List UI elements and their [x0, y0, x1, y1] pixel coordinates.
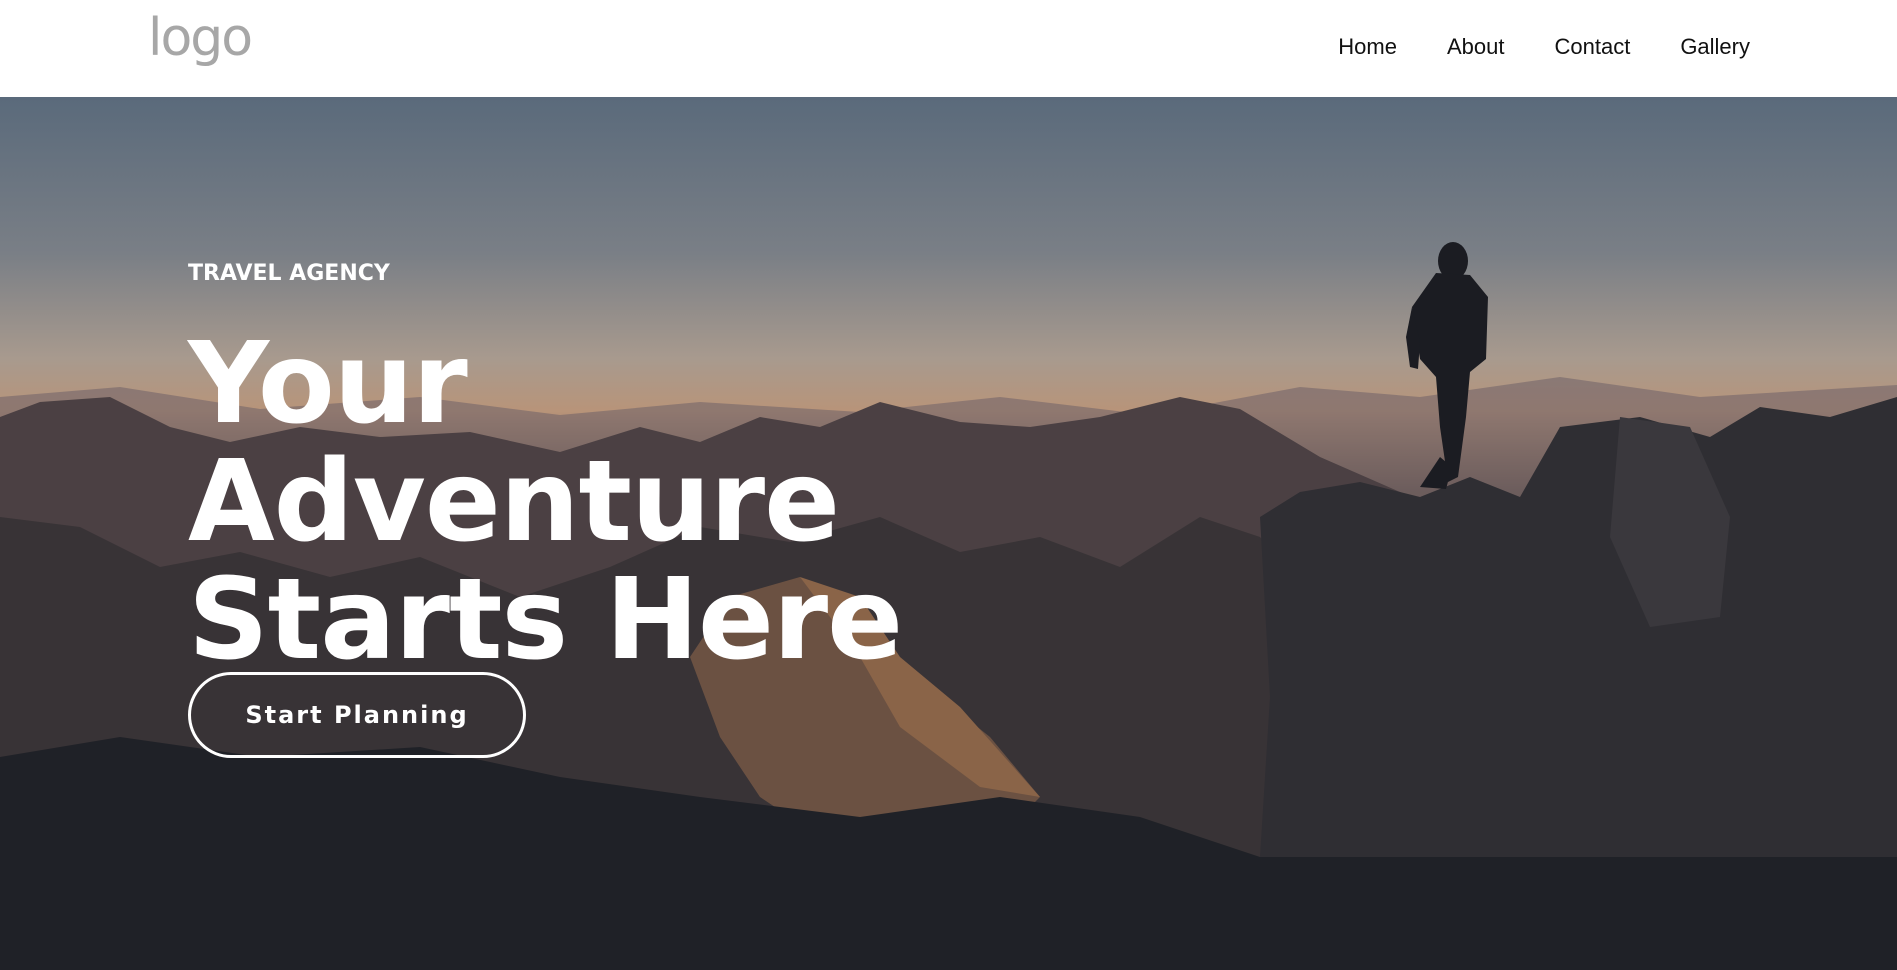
nav-link-contact[interactable]: Contact [1554, 36, 1630, 58]
nav-link-home[interactable]: Home [1338, 36, 1397, 58]
headline-line-1: Your [188, 319, 468, 449]
top-navbar: logo Home About Contact Gallery [0, 0, 1897, 97]
headline-line-2: Adventure [188, 437, 840, 567]
main-nav: Home About Contact Gallery [1338, 36, 1750, 58]
headline-line-3: Starts Here [188, 555, 903, 685]
site-logo[interactable]: logo [148, 12, 253, 64]
hero-content: TRAVEL AGENCY Your Adventure Starts Here [188, 261, 1088, 680]
nav-link-gallery[interactable]: Gallery [1680, 36, 1750, 58]
hero-tagline: TRAVEL AGENCY [188, 261, 390, 286]
start-planning-button[interactable]: Start Planning [188, 672, 526, 758]
nav-link-about[interactable]: About [1447, 36, 1505, 58]
hero-headline: Your Adventure Starts Here [188, 325, 1088, 679]
hero-section: TRAVEL AGENCY Your Adventure Starts Here [0, 97, 1897, 970]
